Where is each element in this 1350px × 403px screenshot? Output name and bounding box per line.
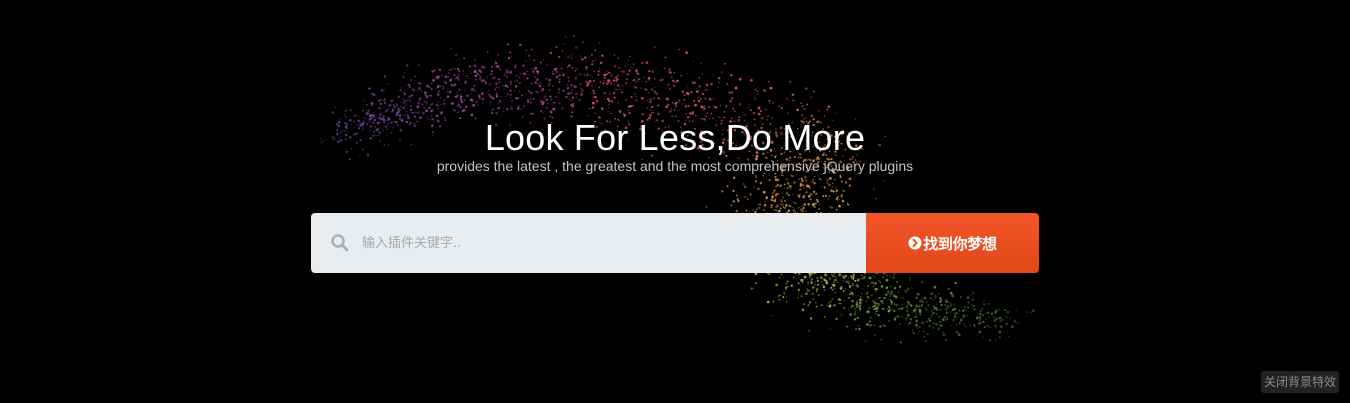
hero-section: Look For Less,Do More provides the lates…: [0, 0, 1350, 403]
toggle-background-effect-button[interactable]: 关闭背景特效: [1261, 371, 1339, 393]
page-subtitle: provides the latest , the greatest and t…: [436, 158, 914, 174]
search-field[interactable]: [311, 213, 866, 273]
search-button-label: 找到你梦想: [923, 234, 997, 253]
page-title: Look For Less,Do More: [484, 117, 866, 158]
particle-background: [320, 35, 1046, 344]
search-button[interactable]: 找到你梦想: [866, 213, 1039, 273]
search-icon: [330, 233, 350, 253]
chevron-right-circle-icon: [908, 236, 922, 250]
search-input[interactable]: [362, 223, 852, 263]
search-form: 找到你梦想: [311, 213, 1039, 273]
